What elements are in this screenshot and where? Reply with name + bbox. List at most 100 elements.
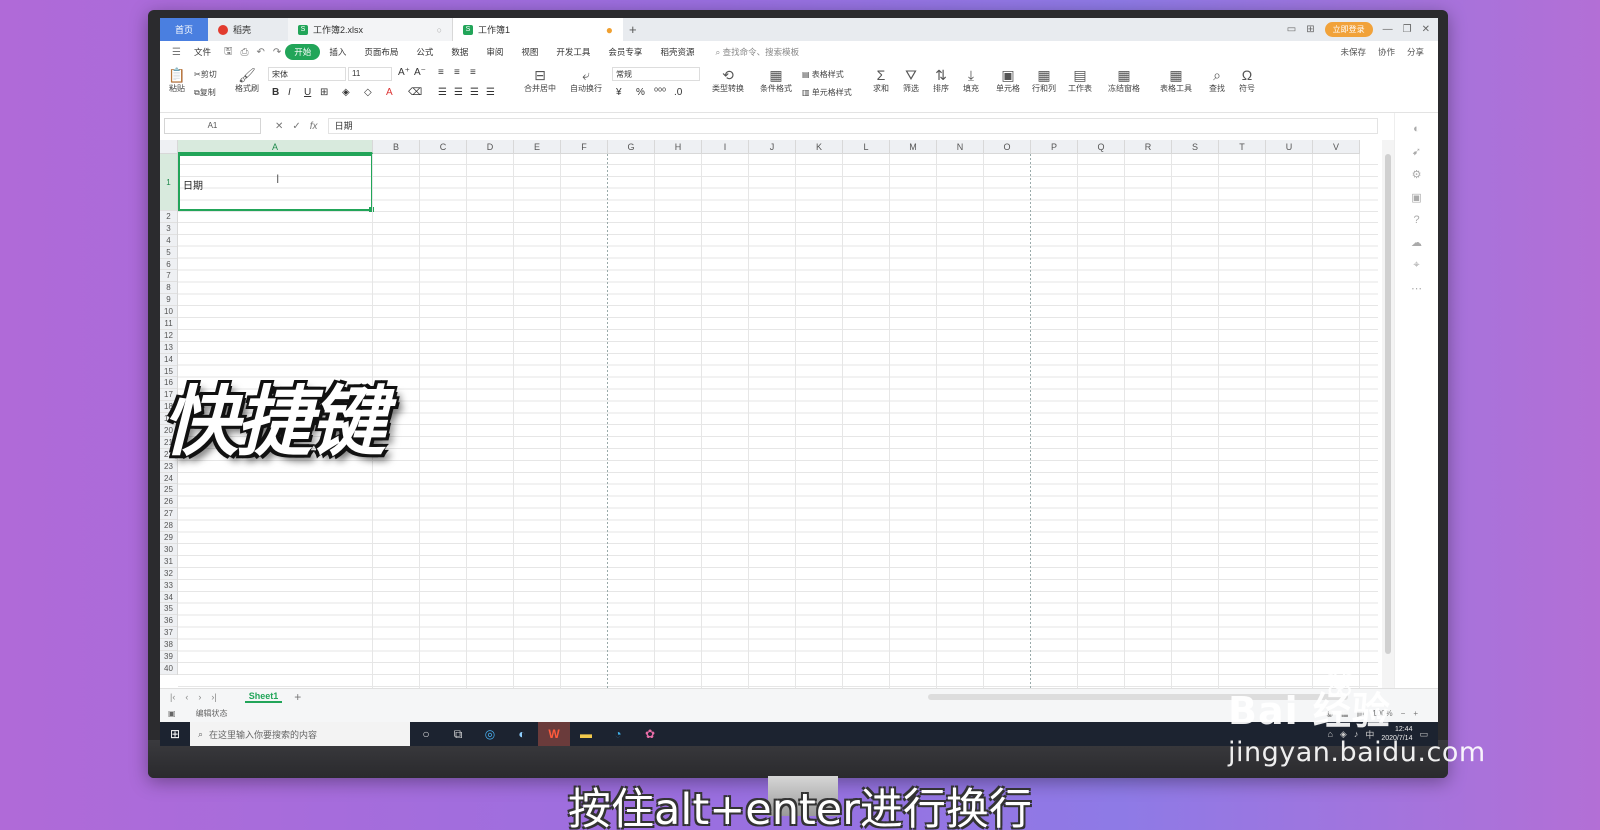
row-header-39[interactable]: 39 bbox=[160, 651, 177, 663]
minimize-icon[interactable]: — bbox=[1383, 24, 1393, 35]
column-header-r[interactable]: R bbox=[1125, 140, 1172, 154]
share-button[interactable]: 分享 bbox=[1407, 46, 1424, 58]
tab-workbook1[interactable]: S 工作簿1 ● bbox=[453, 18, 623, 41]
worksheet-button[interactable]: ▤ 工作表 bbox=[1064, 67, 1096, 94]
save-icon[interactable]: 🖫 bbox=[220, 44, 237, 61]
column-header-q[interactable]: Q bbox=[1078, 140, 1125, 154]
row-header-38[interactable]: 38 bbox=[160, 639, 177, 651]
type-convert-button[interactable]: ⟲ 类型转换 bbox=[708, 67, 748, 94]
row-header-8[interactable]: 8 bbox=[160, 282, 177, 295]
column-header-d[interactable]: D bbox=[467, 140, 514, 154]
decimal-icon[interactable]: .0 bbox=[674, 87, 682, 98]
paste-button[interactable]: 📋 粘贴 bbox=[164, 67, 190, 94]
app-icon[interactable]: ◐ bbox=[506, 722, 538, 746]
align-top-icon[interactable]: ≡ bbox=[438, 67, 444, 78]
column-header-l[interactable]: L bbox=[843, 140, 890, 154]
active-cell-a1[interactable]: 日期 I bbox=[178, 154, 374, 212]
layout-icon[interactable]: ▭ bbox=[1287, 24, 1296, 35]
name-box[interactable]: A1 bbox=[164, 118, 261, 134]
vertical-scrollbar[interactable] bbox=[1382, 140, 1394, 688]
wrap-text-button[interactable]: ⤶ 自动换行 bbox=[566, 67, 606, 94]
sum-button[interactable]: Σ 求和 bbox=[868, 67, 894, 94]
print-icon[interactable]: ⎙ bbox=[237, 47, 253, 58]
wps-icon[interactable]: W bbox=[538, 722, 570, 746]
column-header-v[interactable]: V bbox=[1313, 140, 1360, 154]
justify-icon[interactable]: ☰ bbox=[486, 87, 495, 98]
column-header-n[interactable]: N bbox=[937, 140, 984, 154]
row-header-40[interactable]: 40 bbox=[160, 663, 177, 675]
align-left-icon[interactable]: ☰ bbox=[438, 87, 447, 98]
sidepanel-more-icon[interactable]: ⋯ bbox=[1395, 282, 1438, 295]
browser-icon[interactable]: ◎ bbox=[474, 722, 506, 746]
column-header-o[interactable]: O bbox=[984, 140, 1031, 154]
fx-icon[interactable]: fx bbox=[310, 121, 318, 132]
column-header-c[interactable]: C bbox=[420, 140, 467, 154]
increase-font-icon[interactable]: A⁺ bbox=[398, 67, 410, 78]
row-header-29[interactable]: 29 bbox=[160, 532, 177, 544]
formula-input[interactable]: 日期 bbox=[327, 118, 1378, 134]
clear-format-icon[interactable]: ⌫ bbox=[408, 87, 422, 98]
align-bottom-icon[interactable]: ≡ bbox=[470, 67, 476, 78]
column-header-g[interactable]: G bbox=[608, 140, 655, 154]
find-button[interactable]: ⌕ 查找 bbox=[1204, 67, 1230, 94]
tab-docer[interactable]: 稻壳 bbox=[208, 18, 288, 41]
restore-icon[interactable]: ❐ bbox=[1403, 24, 1412, 35]
sidepanel-select-icon[interactable]: ➹ bbox=[1395, 145, 1438, 158]
column-header-p[interactable]: P bbox=[1031, 140, 1078, 154]
windows-start-icon[interactable]: ⊞ bbox=[160, 727, 190, 741]
sidepanel-format-icon[interactable]: ▣ bbox=[1395, 191, 1438, 204]
menu-view[interactable]: 视图 bbox=[512, 46, 547, 58]
decrease-font-icon[interactable]: A⁻ bbox=[414, 67, 426, 78]
last-sheet-icon[interactable]: ›| bbox=[211, 692, 216, 702]
first-sheet-icon[interactable]: |‹ bbox=[170, 692, 175, 702]
edge-icon[interactable]: ◔ bbox=[602, 722, 634, 746]
column-header-h[interactable]: H bbox=[655, 140, 702, 154]
row-header-35[interactable]: 35 bbox=[160, 603, 177, 616]
copy-button[interactable]: ⧉复制 bbox=[194, 87, 216, 98]
row-header-33[interactable]: 33 bbox=[160, 580, 177, 592]
column-header-j[interactable]: J bbox=[749, 140, 796, 154]
menu-start[interactable]: 开始 bbox=[285, 44, 321, 60]
row-header-36[interactable]: 36 bbox=[160, 615, 177, 628]
filter-button[interactable]: ⛛ 筛选 bbox=[898, 67, 924, 94]
row-header-1[interactable]: 1 bbox=[160, 154, 177, 211]
sheet-tab-sheet1[interactable]: Sheet1 bbox=[244, 691, 283, 703]
table-tools-button[interactable]: ▦ 表格工具 bbox=[1156, 67, 1196, 94]
column-header-e[interactable]: E bbox=[514, 140, 561, 154]
hamburger-icon[interactable]: ☰ bbox=[168, 47, 185, 58]
next-sheet-icon[interactable]: › bbox=[198, 692, 201, 702]
symbol-button[interactable]: Ω 符号 bbox=[1234, 67, 1260, 94]
macro-icon[interactable]: ▣ bbox=[168, 709, 176, 718]
fill-color-icon[interactable]: ◈ bbox=[342, 87, 350, 98]
menu-member[interactable]: 会员专享 bbox=[599, 46, 651, 58]
collab-button[interactable]: 协作 bbox=[1378, 46, 1395, 58]
sidepanel-style-icon[interactable]: ◐ bbox=[1395, 123, 1438, 135]
align-middle-icon[interactable]: ≡ bbox=[454, 67, 460, 78]
apps-grid-icon[interactable]: ⊞ bbox=[1306, 24, 1314, 35]
close-tab-icon[interactable]: ○ bbox=[437, 25, 442, 35]
column-header-u[interactable]: U bbox=[1266, 140, 1313, 154]
photos-icon[interactable]: ✿ bbox=[634, 722, 666, 746]
menu-insert[interactable]: 插入 bbox=[320, 46, 355, 58]
row-header-4[interactable]: 4 bbox=[160, 235, 177, 247]
number-format-select[interactable]: 常规 bbox=[612, 67, 700, 81]
prev-sheet-icon[interactable]: ‹ bbox=[185, 692, 188, 702]
menu-review[interactable]: 审阅 bbox=[477, 46, 512, 58]
sidepanel-settings-icon[interactable]: ⚙ bbox=[1395, 168, 1438, 181]
row-header-24[interactable]: 24 bbox=[160, 473, 177, 485]
format-painter-button[interactable]: 🖌 格式刷 bbox=[232, 67, 262, 94]
row-header-5[interactable]: 5 bbox=[160, 247, 177, 259]
unsaved-button[interactable]: 未保存 bbox=[1340, 46, 1366, 58]
command-search[interactable]: ⌕ 查找命令、搜索模板 bbox=[715, 46, 799, 58]
file-explorer-icon[interactable]: ▬ bbox=[570, 722, 602, 746]
row-header-28[interactable]: 28 bbox=[160, 520, 177, 533]
bold-button[interactable]: B bbox=[272, 87, 279, 98]
menu-data[interactable]: 数据 bbox=[442, 46, 477, 58]
underline-button[interactable]: U bbox=[304, 87, 311, 98]
percent-icon[interactable]: % bbox=[636, 87, 645, 98]
column-header-k[interactable]: K bbox=[796, 140, 843, 154]
task-view-icon[interactable]: ⧉ bbox=[442, 722, 474, 746]
merge-center-button[interactable]: ⊟ 合并居中 bbox=[520, 67, 560, 94]
taskbar-search[interactable]: ⌕ 在这里输入你要搜索的内容 bbox=[190, 722, 410, 746]
menu-docer-resources[interactable]: 稻壳资源 bbox=[651, 46, 703, 58]
